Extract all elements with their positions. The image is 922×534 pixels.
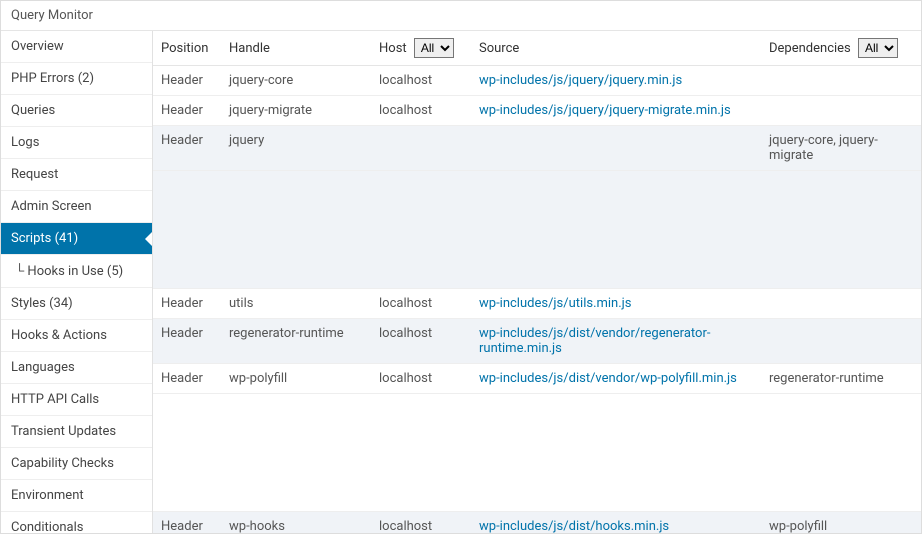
- source-link[interactable]: wp-includes/js/dist/vendor/regenerator-r…: [479, 326, 710, 356]
- table-row: Headerjquery jquery-core, jquery-migrate: [153, 126, 921, 171]
- cell-source: [471, 126, 761, 171]
- table-row: Headerregenerator-runtimelocalhost wp-inc…: [153, 319, 921, 364]
- cell-source: wp-includes/js/dist/hooks.min.js: [471, 512, 761, 534]
- sidebar-item-11[interactable]: HTTP API Calls: [1, 384, 152, 416]
- cell-handle: regenerator-runtime: [221, 319, 371, 364]
- panel-title: Query Monitor: [11, 8, 93, 23]
- sidebar-item-15[interactable]: Conditionals: [1, 512, 152, 533]
- sidebar-item-4[interactable]: Request: [1, 159, 152, 191]
- sidebar-item-13[interactable]: Capability Checks: [1, 448, 152, 480]
- cell-host: localhost: [371, 364, 471, 394]
- source-link[interactable]: wp-includes/js/dist/vendor/wp-polyfill.m…: [479, 371, 737, 386]
- cell-handle: utils: [221, 289, 371, 319]
- cell-host: localhost: [371, 319, 471, 364]
- cell-host: localhost: [371, 66, 471, 96]
- cell-dependencies: [761, 66, 921, 96]
- cell-dependencies: wp-polyfill: [761, 512, 921, 534]
- cell-handle: wp-polyfill: [221, 364, 371, 394]
- cell-dependencies: [761, 96, 921, 126]
- sidebar-item-0[interactable]: Overview: [1, 31, 152, 63]
- spacer-row: [153, 394, 921, 512]
- col-header-position[interactable]: Position: [153, 31, 221, 66]
- cell-source: wp-includes/js/dist/vendor/regenerator-r…: [471, 319, 761, 364]
- cell-dependencies: regenerator-runtime: [761, 364, 921, 394]
- sidebar: OverviewPHP Errors (2)QueriesLogsRequest…: [1, 31, 153, 533]
- cell-position: Header: [153, 289, 221, 319]
- content-area: Position Handle Host All Source Dependen…: [153, 31, 921, 533]
- cell-host: [371, 126, 471, 171]
- col-header-source[interactable]: Source: [471, 31, 761, 66]
- cell-position: Header: [153, 364, 221, 394]
- cell-position: Header: [153, 512, 221, 534]
- cell-position: Header: [153, 319, 221, 364]
- sidebar-item-9[interactable]: Hooks & Actions: [1, 320, 152, 352]
- col-header-dependencies[interactable]: Dependencies All: [761, 31, 921, 66]
- sidebar-item-2[interactable]: Queries: [1, 95, 152, 127]
- col-header-handle[interactable]: Handle: [221, 31, 371, 66]
- sidebar-item-5[interactable]: Admin Screen: [1, 191, 152, 223]
- sidebar-item-12[interactable]: Transient Updates: [1, 416, 152, 448]
- cell-position: Header: [153, 66, 221, 96]
- table-row: Headerwp-hookslocalhost wp-includes/js/di…: [153, 512, 921, 534]
- source-link[interactable]: wp-includes/js/dist/hooks.min.js: [479, 519, 669, 533]
- sidebar-item-10[interactable]: Languages: [1, 352, 152, 384]
- spacer-row: [153, 171, 921, 289]
- cell-position: Header: [153, 96, 221, 126]
- cell-dependencies: jquery-core, jquery-migrate: [761, 126, 921, 171]
- sidebar-item-1[interactable]: PHP Errors (2): [1, 63, 152, 95]
- cell-source: wp-includes/js/utils.min.js: [471, 289, 761, 319]
- table-row: Headerwp-polyfilllocalhost wp-includes/js…: [153, 364, 921, 394]
- host-filter-select[interactable]: All: [414, 38, 454, 58]
- cell-host: localhost: [371, 289, 471, 319]
- table-row: Headerjquery-migratelocalhost wp-includes…: [153, 96, 921, 126]
- sidebar-item-3[interactable]: Logs: [1, 127, 152, 159]
- cell-handle: wp-hooks: [221, 512, 371, 534]
- cell-source: wp-includes/js/jquery/jquery.min.js: [471, 66, 761, 96]
- cell-handle: jquery-core: [221, 66, 371, 96]
- cell-host: localhost: [371, 96, 471, 126]
- cell-dependencies: [761, 319, 921, 364]
- panel-header: Query Monitor: [1, 1, 921, 31]
- cell-dependencies: [761, 289, 921, 319]
- cell-host: localhost: [371, 512, 471, 534]
- source-link[interactable]: wp-includes/js/jquery/jquery.min.js: [479, 73, 682, 88]
- sidebar-item-14[interactable]: Environment: [1, 480, 152, 512]
- sidebar-item-7[interactable]: └ Hooks in Use (5): [1, 255, 152, 288]
- scripts-table: Position Handle Host All Source Dependen…: [153, 31, 921, 533]
- cell-position: Header: [153, 126, 221, 171]
- table-row: Headerjquery-corelocalhost wp-includes/js…: [153, 66, 921, 96]
- cell-source: wp-includes/js/dist/vendor/wp-polyfill.m…: [471, 364, 761, 394]
- table-row: Headerutilslocalhost wp-includes/js/utils…: [153, 289, 921, 319]
- col-header-host[interactable]: Host All: [371, 31, 471, 66]
- source-link[interactable]: wp-includes/js/jquery/jquery-migrate.min…: [479, 103, 731, 118]
- source-link[interactable]: wp-includes/js/utils.min.js: [479, 296, 631, 311]
- main-layout: OverviewPHP Errors (2)QueriesLogsRequest…: [1, 31, 921, 533]
- sidebar-item-8[interactable]: Styles (34): [1, 288, 152, 320]
- cell-handle: jquery: [221, 126, 371, 171]
- sidebar-item-6[interactable]: Scripts (41): [1, 223, 152, 255]
- cell-handle: jquery-migrate: [221, 96, 371, 126]
- dependencies-filter-select[interactable]: All: [858, 38, 898, 58]
- cell-source: wp-includes/js/jquery/jquery-migrate.min…: [471, 96, 761, 126]
